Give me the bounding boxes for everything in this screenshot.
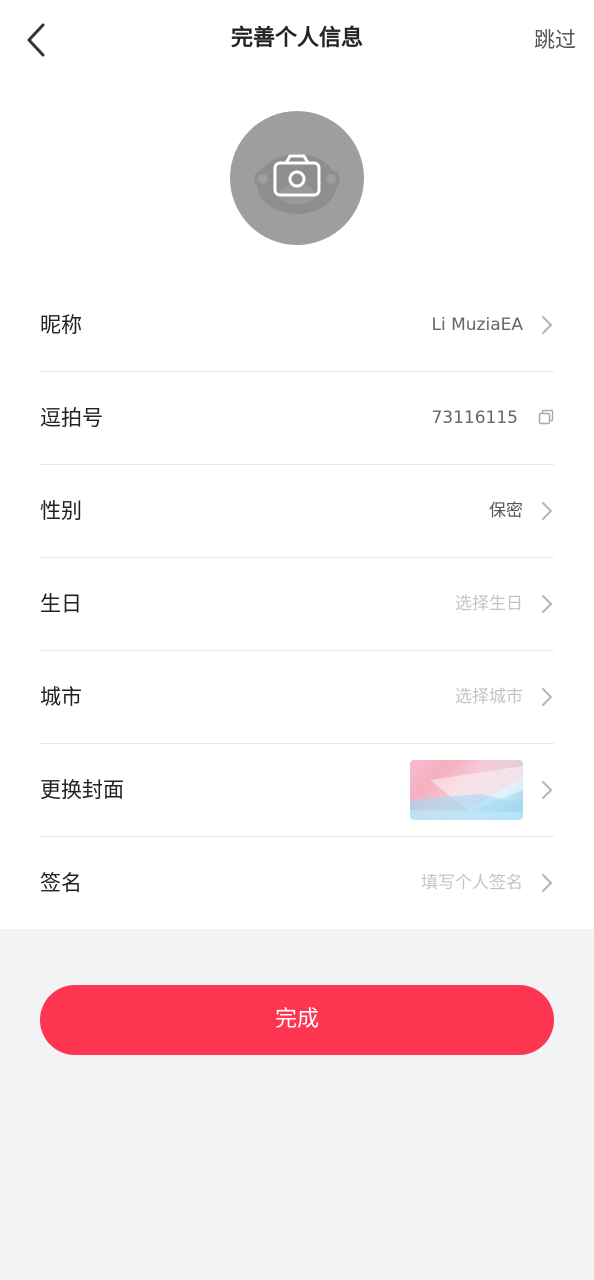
row-doupai-id: 逗拍号 73116115 bbox=[40, 372, 554, 465]
doupai-id-value: 73116115 bbox=[431, 408, 518, 428]
skip-button[interactable]: 跳过 bbox=[534, 25, 576, 55]
row-signature[interactable]: 签名 填写个人签名 bbox=[40, 837, 554, 930]
row-city[interactable]: 城市 选择城市 bbox=[40, 651, 554, 744]
nickname-value: Li MuziaEA bbox=[431, 315, 523, 335]
row-label: 逗拍号 bbox=[40, 406, 103, 430]
chevron-right-icon bbox=[542, 874, 552, 892]
avatar-upload[interactable] bbox=[230, 111, 364, 245]
chevron-right-icon bbox=[542, 781, 552, 799]
chevron-right-icon bbox=[542, 316, 552, 334]
chevron-right-icon bbox=[542, 595, 552, 613]
row-label: 更换封面 bbox=[40, 778, 124, 802]
row-nickname[interactable]: 昵称 Li MuziaEA bbox=[40, 279, 554, 372]
done-button[interactable]: 完成 bbox=[40, 985, 554, 1055]
camera-icon bbox=[254, 154, 340, 214]
row-label: 昵称 bbox=[40, 313, 82, 337]
copy-icon[interactable] bbox=[538, 409, 554, 425]
row-gender[interactable]: 性别 保密 bbox=[40, 465, 554, 558]
page-title: 完善个人信息 bbox=[230, 26, 363, 51]
row-birthday[interactable]: 生日 选择生日 bbox=[40, 558, 554, 651]
profile-fields: 昵称 Li MuziaEA 逗拍号 73116115 性别 保密 生日 选择生日 bbox=[40, 279, 554, 930]
cover-thumbnail bbox=[410, 760, 523, 820]
city-placeholder: 选择城市 bbox=[455, 687, 523, 707]
row-label: 签名 bbox=[40, 871, 82, 895]
row-label: 性别 bbox=[40, 499, 82, 523]
row-label: 城市 bbox=[40, 685, 82, 709]
birthday-placeholder: 选择生日 bbox=[455, 594, 523, 614]
gender-value: 保密 bbox=[489, 501, 523, 521]
row-cover[interactable]: 更换封面 bbox=[40, 744, 554, 837]
row-label: 生日 bbox=[40, 592, 82, 616]
chevron-right-icon bbox=[542, 502, 552, 520]
chevron-right-icon bbox=[542, 688, 552, 706]
header: 完善个人信息 跳过 bbox=[0, 0, 594, 80]
signature-placeholder: 填写个人签名 bbox=[421, 873, 523, 893]
profile-panel: 完善个人信息 跳过 昵称 Li MuziaEA 逗拍号 73116115 性别 … bbox=[0, 0, 594, 929]
